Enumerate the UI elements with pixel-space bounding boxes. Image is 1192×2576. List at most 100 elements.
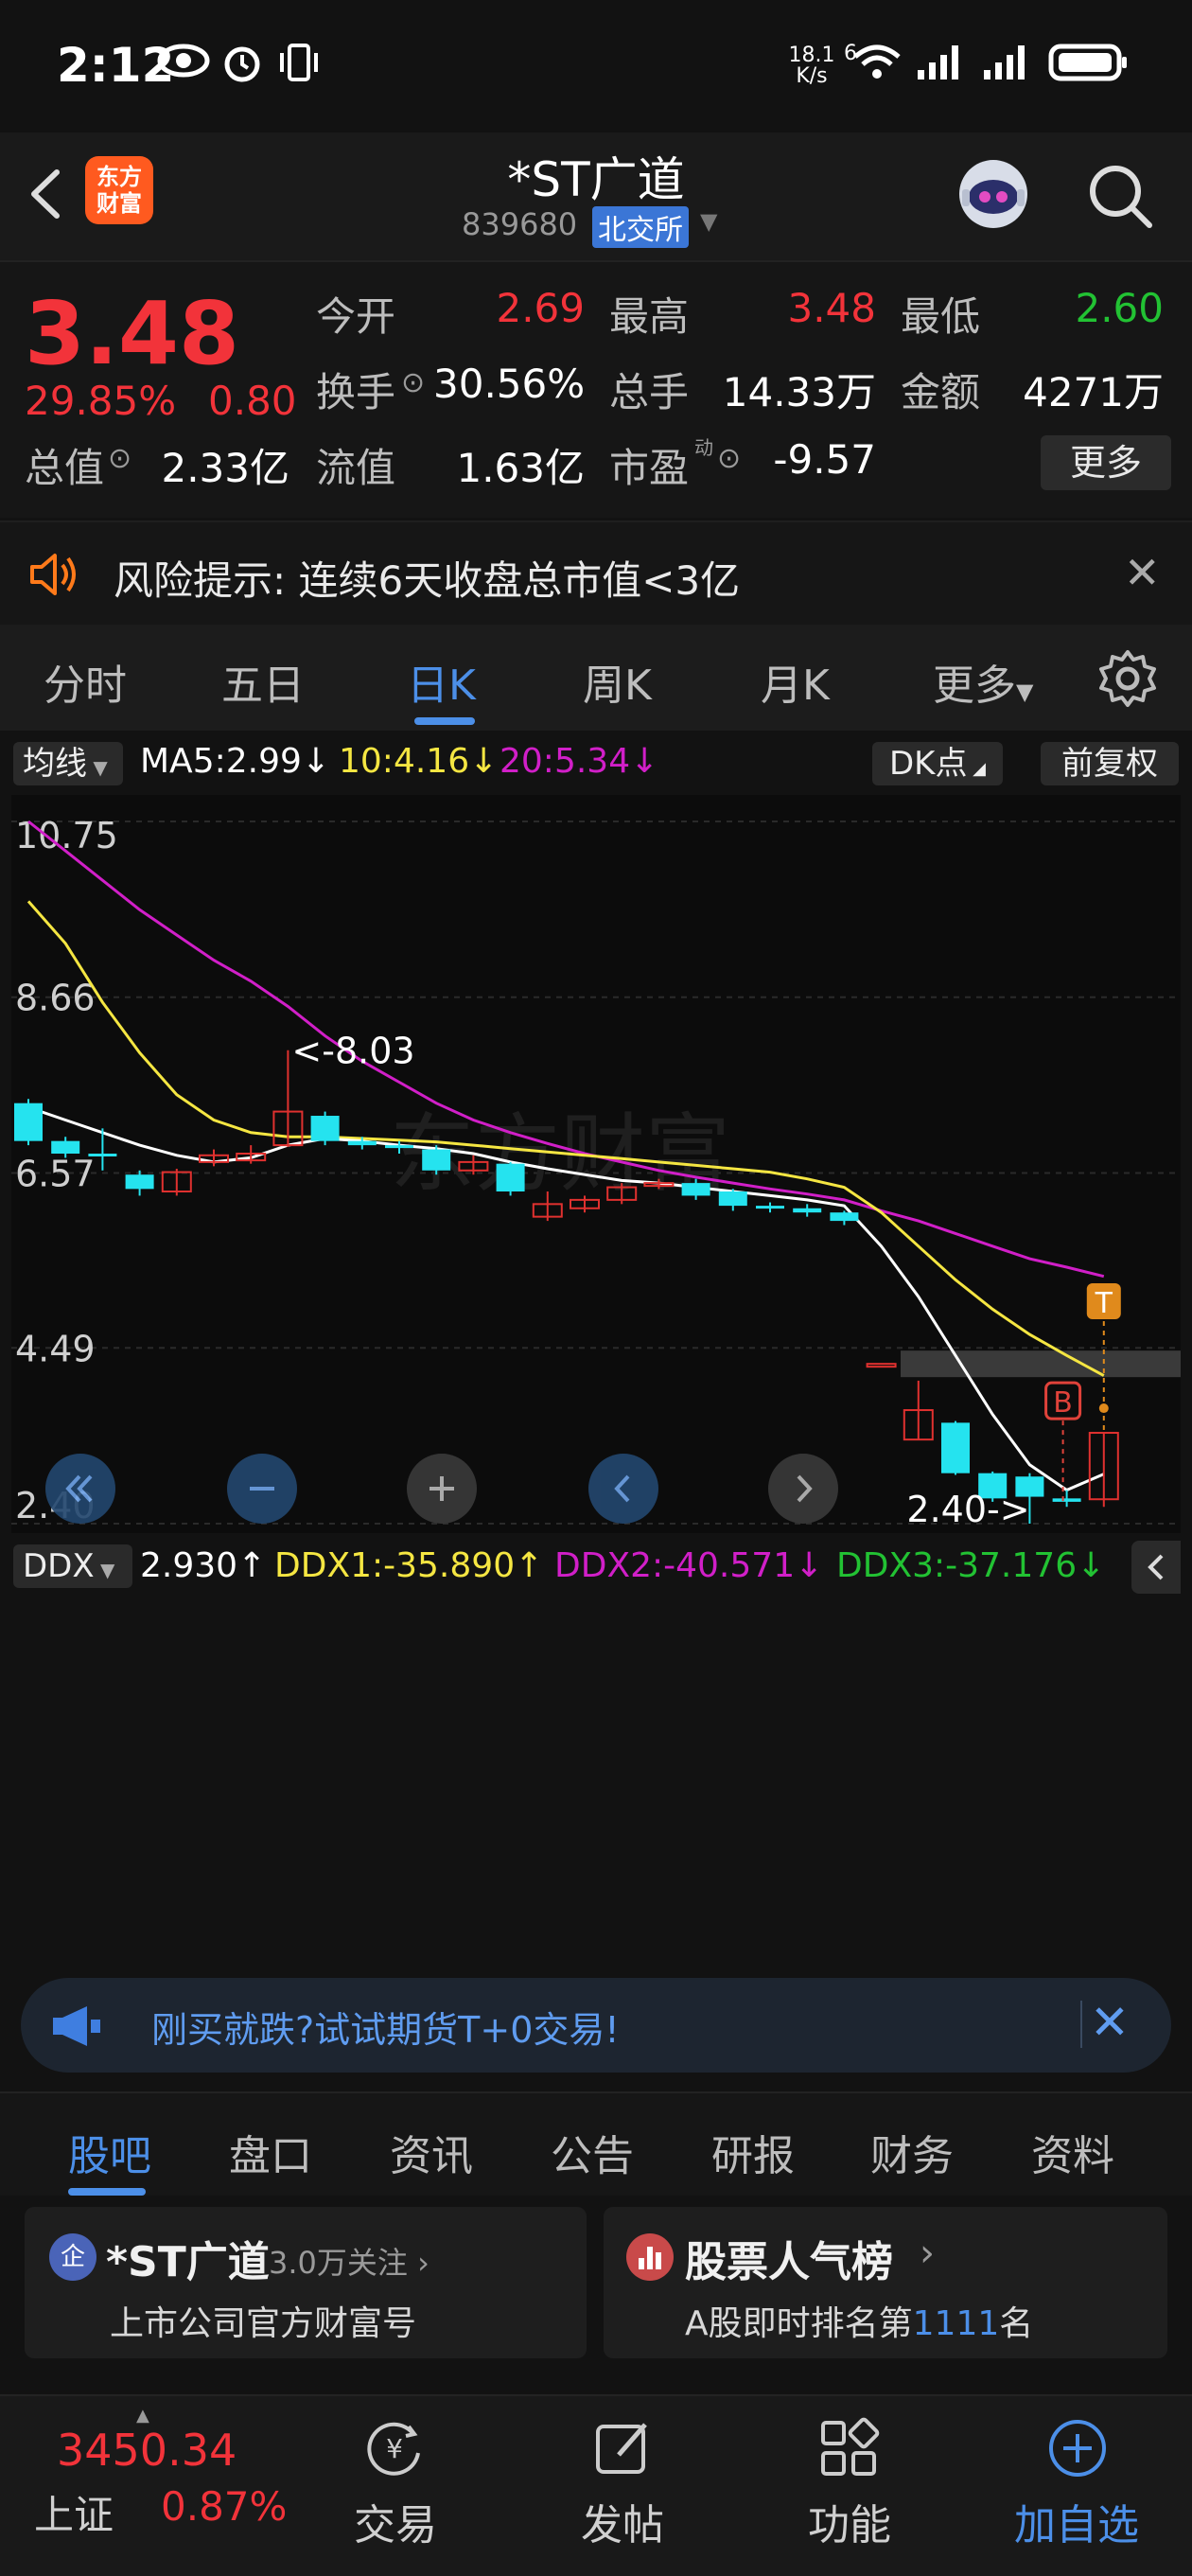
eastmoney-logo[interactable]: 东方 财富 [85, 156, 153, 224]
tab-news[interactable]: 资讯 [390, 2122, 473, 2182]
info-icon[interactable]: ⊙ [401, 366, 425, 399]
ddx-select-label: DDX [23, 1547, 95, 1585]
ma10-text: 10:4.16 [339, 742, 470, 781]
take-marker-dot [1098, 1403, 1109, 1414]
index-name[interactable]: 上证 [34, 2483, 114, 2541]
tab-wuri[interactable]: 五日 [221, 651, 305, 712]
nav-post[interactable]: 发帖 [547, 2491, 698, 2551]
tab-daily-k[interactable]: 日K [407, 651, 476, 712]
nav-add-watchlist[interactable]: 加自选 [1001, 2491, 1152, 2551]
trade-icon[interactable]: ¥ [361, 2415, 428, 2481]
caret-down-icon: ▼ [1016, 679, 1034, 705]
low-label: 最低 [901, 293, 981, 340]
caret-down-icon: ▼ [94, 1559, 115, 1581]
tab-fenshi[interactable]: 分时 [44, 651, 127, 712]
tab-active-indicator [414, 717, 475, 725]
pe-label: 市盈 [609, 445, 690, 491]
rank-prefix: A股即时排名第 [685, 2304, 913, 2343]
kline-chart[interactable]: 10.758.666.574.492.40东方财富<-8.032.40->BT2… [11, 795, 1181, 1959]
tab-weekly-k[interactable]: 周K [583, 651, 652, 712]
indicator-select[interactable]: 均线 ▼ [13, 742, 123, 785]
index-value[interactable]: 3450.34 [57, 2425, 237, 2476]
scroll-left-fast-button[interactable] [45, 1454, 115, 1524]
tab-announcements[interactable]: 公告 [551, 2122, 634, 2182]
ddx1-text: DDX1:-35.890 [274, 1546, 516, 1585]
adjust-button[interactable]: 前复权 [1041, 742, 1179, 785]
dk-label: DK点 [888, 745, 968, 783]
caret-down-icon[interactable]: ▼ [700, 208, 717, 235]
exchange-badge[interactable]: 北交所 [592, 206, 689, 248]
turnover-label: 换手 [316, 369, 396, 415]
ddx-value: 2.930↑ [140, 1546, 267, 1585]
candle-body [310, 1116, 340, 1141]
info-icon[interactable]: ⊙ [717, 442, 741, 475]
gear-icon[interactable] [1097, 648, 1158, 709]
candle-body [941, 1422, 970, 1473]
scroll-left-button[interactable] [588, 1454, 658, 1524]
high-value: 3.48 [787, 285, 876, 331]
ddx2-text: DDX2:-40.571 [554, 1546, 796, 1585]
info-icon[interactable]: ⊙ [108, 442, 131, 475]
status-bar: 2:12 18.1 K/s 6 [0, 0, 1192, 132]
follow-count: 3.0万关注 › [269, 2239, 429, 2283]
indicator-row: DDX ▼ 2.930↑ DDX1:-35.890↑ DDX2:-40.571↓… [11, 1541, 1181, 1594]
rank-number: 1111 [912, 2304, 1000, 2343]
dk-point-button[interactable]: DK点 ◢ [872, 742, 1003, 785]
tab-more[interactable]: 更多▼ [933, 651, 1033, 712]
nav-functions[interactable]: 功能 [774, 2491, 925, 2551]
ma-legend-row: 均线 ▼ MA5:2.99↓ 10:4.16↓ 20:5.34↓ DK点 ◢ 前… [0, 732, 1192, 793]
scroll-right-button[interactable] [768, 1454, 838, 1524]
risk-text: 风险提示: 连续6天收盘总市值<3亿 [114, 557, 741, 604]
tab-research[interactable]: 研报 [711, 2122, 795, 2182]
tab-monthly-k[interactable]: 月K [761, 651, 830, 712]
zoom-out-button[interactable] [227, 1454, 297, 1524]
back-arrow-icon[interactable] [19, 161, 76, 227]
candle-body [88, 1154, 117, 1157]
card2-subtitle: A股即时排名第1111名 [685, 2296, 1033, 2345]
candle-body [681, 1183, 710, 1196]
tab-guba[interactable]: 股吧 [68, 2122, 151, 2182]
index-change[interactable]: 0.87% [161, 2483, 287, 2530]
high-annotation: <-8.03 [291, 1031, 414, 1072]
compose-icon[interactable] [590, 2415, 657, 2481]
more-button[interactable]: 更多 [1041, 435, 1171, 490]
period-tabs: 分时 五日 日K 周K 月K 更多▼ [0, 625, 1192, 731]
ddx-select[interactable]: DDX ▼ [13, 1544, 132, 1588]
ddx2-value: DDX2:-40.571↓ [554, 1546, 824, 1585]
tab-profile[interactable]: 资料 [1031, 2122, 1114, 2182]
tab-active-indicator [68, 2188, 146, 2196]
robot-assistant-icon[interactable] [951, 151, 1036, 237]
candle-body [14, 1103, 43, 1141]
high-label: 最高 [609, 293, 690, 340]
tab-finance[interactable]: 财务 [870, 2122, 954, 2182]
ddx3-text: DDX3:-37.176 [836, 1546, 1078, 1585]
candle-body [347, 1140, 377, 1146]
collapse-panel-button[interactable] [1131, 1541, 1181, 1594]
ddx1-value: DDX1:-35.890↑ [274, 1546, 544, 1585]
candle-body [496, 1163, 525, 1191]
follow-count-text: 3.0万关注 [269, 2245, 408, 2281]
kline-svg: 10.758.666.574.492.40东方财富<-8.032.40->BT2… [11, 795, 1181, 1959]
speaker-icon [26, 551, 83, 598]
risk-warning-bar[interactable]: 风险提示: 连续6天收盘总市值<3亿 ✕ [0, 520, 1192, 626]
add-circle-icon[interactable] [1044, 2415, 1111, 2481]
candle-body [422, 1149, 451, 1171]
divider [1080, 2001, 1082, 2048]
search-icon[interactable] [1083, 159, 1159, 235]
close-icon[interactable]: ✕ [1124, 547, 1161, 598]
close-icon[interactable]: ✕ [1090, 1995, 1130, 2050]
ad-banner[interactable]: 刚买就跌?试试期货T+0交易! ✕ [21, 1978, 1171, 2073]
tab-pankou[interactable]: 盘口 [229, 2122, 312, 2182]
caret-up-icon: ▲ [136, 2406, 149, 2426]
candle-body [756, 1206, 784, 1209]
take-marker-label: T [1095, 1287, 1113, 1320]
ma5-value: MA5:2.99↓ [140, 742, 331, 781]
candle-body [718, 1191, 747, 1207]
zoom-in-button[interactable] [407, 1454, 477, 1524]
company-account-card[interactable]: 企 *ST广道 3.0万关注 › 上市公司官方财富号 [25, 2207, 587, 2358]
net-speed-value: 18.1 [788, 44, 835, 67]
popularity-card[interactable]: 股票人气榜 › A股即时排名第1111名 [604, 2207, 1167, 2358]
grid-icon[interactable] [815, 2415, 882, 2481]
amount-label: 金额 [901, 369, 981, 415]
nav-trade[interactable]: 交易 [320, 2491, 471, 2551]
